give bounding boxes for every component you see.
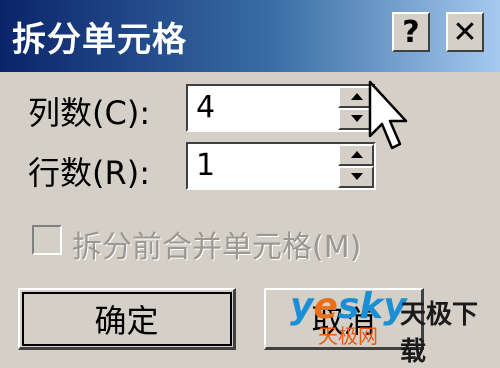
arrow-down-icon [351,115,363,122]
help-button[interactable]: ? [392,12,430,52]
columns-spinbox[interactable]: 4 [186,84,376,132]
columns-label: 列数(C): [28,94,151,132]
title-bar[interactable]: 拆分单元格 ? ✕ [0,0,500,72]
rows-input[interactable]: 1 [196,148,215,183]
columns-input[interactable]: 4 [196,90,215,125]
close-button[interactable]: ✕ [446,12,484,52]
rows-label: 行数(R): [28,154,150,192]
merge-before-split-checkbox[interactable] [32,225,62,255]
arrow-up-icon [351,93,363,100]
watermark-cn-text: 天极下载 [400,300,479,367]
dialog-title: 拆分单元格 [12,20,187,60]
rows-decrement-button[interactable] [338,166,374,188]
mouse-pointer-icon [368,80,408,150]
ok-button[interactable]: 确定 [18,288,236,350]
arrow-up-icon [351,151,363,158]
watermark-sub-text: 天极网 [318,324,378,348]
merge-before-split-label: 拆分前合并单元格(M) [72,230,362,265]
split-cells-dialog: 拆分单元格 ? ✕ 列数(C): 4 行数(R): 1 拆分前合并单元格(M) … [0,0,500,367]
arrow-down-icon [351,173,363,180]
rows-spinbox[interactable]: 1 [186,142,376,190]
